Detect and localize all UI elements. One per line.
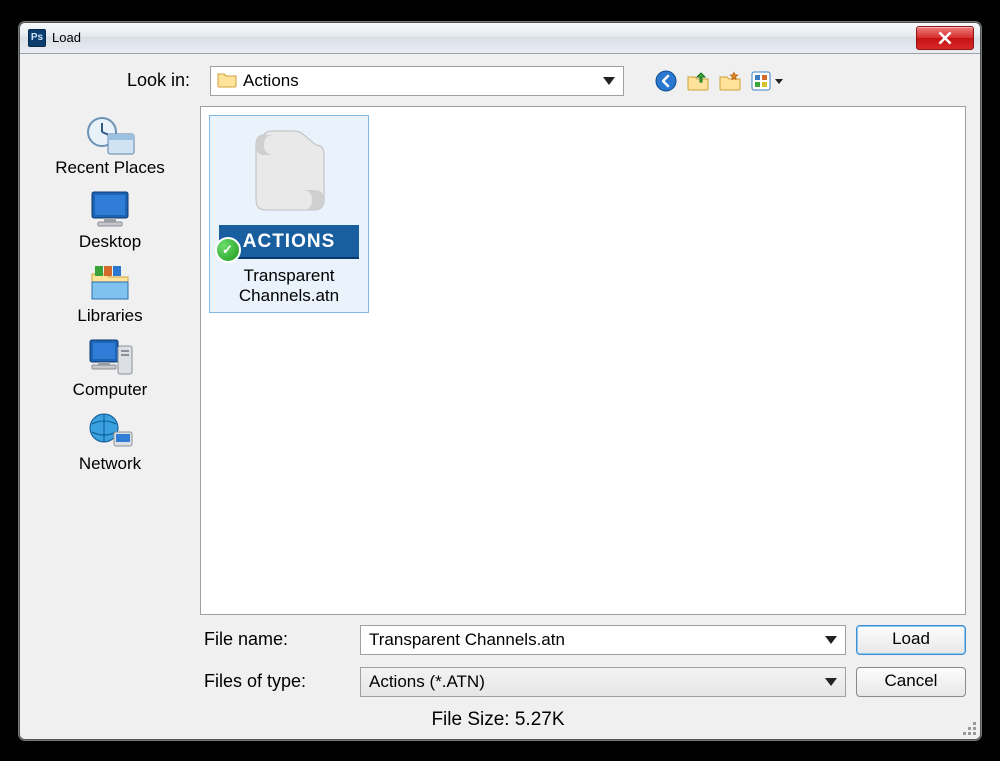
actions-badge-text: ACTIONS: [243, 231, 336, 253]
script-scroll-icon: [234, 125, 344, 225]
back-button[interactable]: [654, 69, 678, 93]
checkmark-icon: ✓: [215, 237, 241, 263]
file-name-label: File name:: [200, 629, 360, 650]
file-size-label: File Size: 5.27K: [30, 709, 966, 731]
new-folder-button[interactable]: [718, 69, 742, 93]
chevron-down-icon: [825, 678, 837, 686]
middle-area: Recent Places Desktop Libraries: [30, 106, 966, 615]
close-icon: [938, 31, 952, 45]
look-in-row: Look in: Actions: [30, 64, 966, 98]
bottom-controls: File name: Transparent Channels.atn Load…: [30, 625, 966, 697]
file-name-value: Transparent Channels.atn: [369, 630, 565, 650]
computer-icon: [84, 336, 136, 378]
cancel-button[interactable]: Cancel: [856, 667, 966, 697]
look-in-combo[interactable]: Actions: [210, 66, 624, 96]
places-computer[interactable]: Computer: [30, 332, 190, 400]
dialog-body: Look in: Actions: [20, 54, 980, 739]
titlebar: Ps Load: [20, 23, 980, 54]
files-of-type-label: Files of type:: [200, 671, 360, 692]
load-button[interactable]: Load: [856, 625, 966, 655]
file-item-label: Transparent Channels.atn: [214, 266, 364, 306]
places-recent-label: Recent Places: [55, 158, 165, 178]
places-computer-label: Computer: [73, 380, 148, 400]
places-network[interactable]: Network: [30, 406, 190, 474]
file-thumbnail: ACTIONS ✓: [219, 122, 359, 262]
desktop-icon: [84, 188, 136, 230]
files-of-type-combo[interactable]: Actions (*.ATN): [360, 667, 846, 697]
close-button[interactable]: [916, 26, 974, 50]
toolbar-icons: [654, 69, 784, 93]
new-folder-icon: [718, 70, 742, 92]
places-bar: Recent Places Desktop Libraries: [30, 106, 190, 615]
back-icon: [655, 70, 677, 92]
chevron-down-icon: [603, 77, 615, 85]
resize-grip[interactable]: [960, 719, 976, 735]
chevron-down-icon: [825, 636, 837, 644]
places-recent[interactable]: Recent Places: [30, 110, 190, 178]
places-libraries[interactable]: Libraries: [30, 258, 190, 326]
places-desktop[interactable]: Desktop: [30, 184, 190, 252]
view-menu-button[interactable]: [750, 69, 784, 93]
file-item-transparent-channels[interactable]: ACTIONS ✓ Transparent Channels.atn: [209, 115, 369, 313]
look-in-value: Actions: [243, 71, 603, 91]
places-desktop-label: Desktop: [79, 232, 141, 252]
places-network-label: Network: [79, 454, 141, 474]
look-in-label: Look in:: [30, 70, 200, 91]
actions-badge: ACTIONS ✓: [219, 225, 359, 259]
file-name-combo[interactable]: Transparent Channels.atn: [360, 625, 846, 655]
window-title: Load: [52, 30, 916, 45]
load-dialog: Ps Load Look in: Actions: [19, 22, 981, 740]
folder-up-icon: [686, 70, 710, 92]
folder-icon: [217, 70, 237, 91]
view-menu-icon: [751, 70, 783, 92]
recent-places-icon: [84, 114, 136, 156]
network-icon: [84, 410, 136, 452]
places-libraries-label: Libraries: [77, 306, 142, 326]
up-one-level-button[interactable]: [686, 69, 710, 93]
photoshop-app-icon: Ps: [28, 29, 46, 47]
libraries-icon: [84, 262, 136, 304]
files-of-type-value: Actions (*.ATN): [369, 672, 485, 692]
file-list[interactable]: ACTIONS ✓ Transparent Channels.atn: [200, 106, 966, 615]
